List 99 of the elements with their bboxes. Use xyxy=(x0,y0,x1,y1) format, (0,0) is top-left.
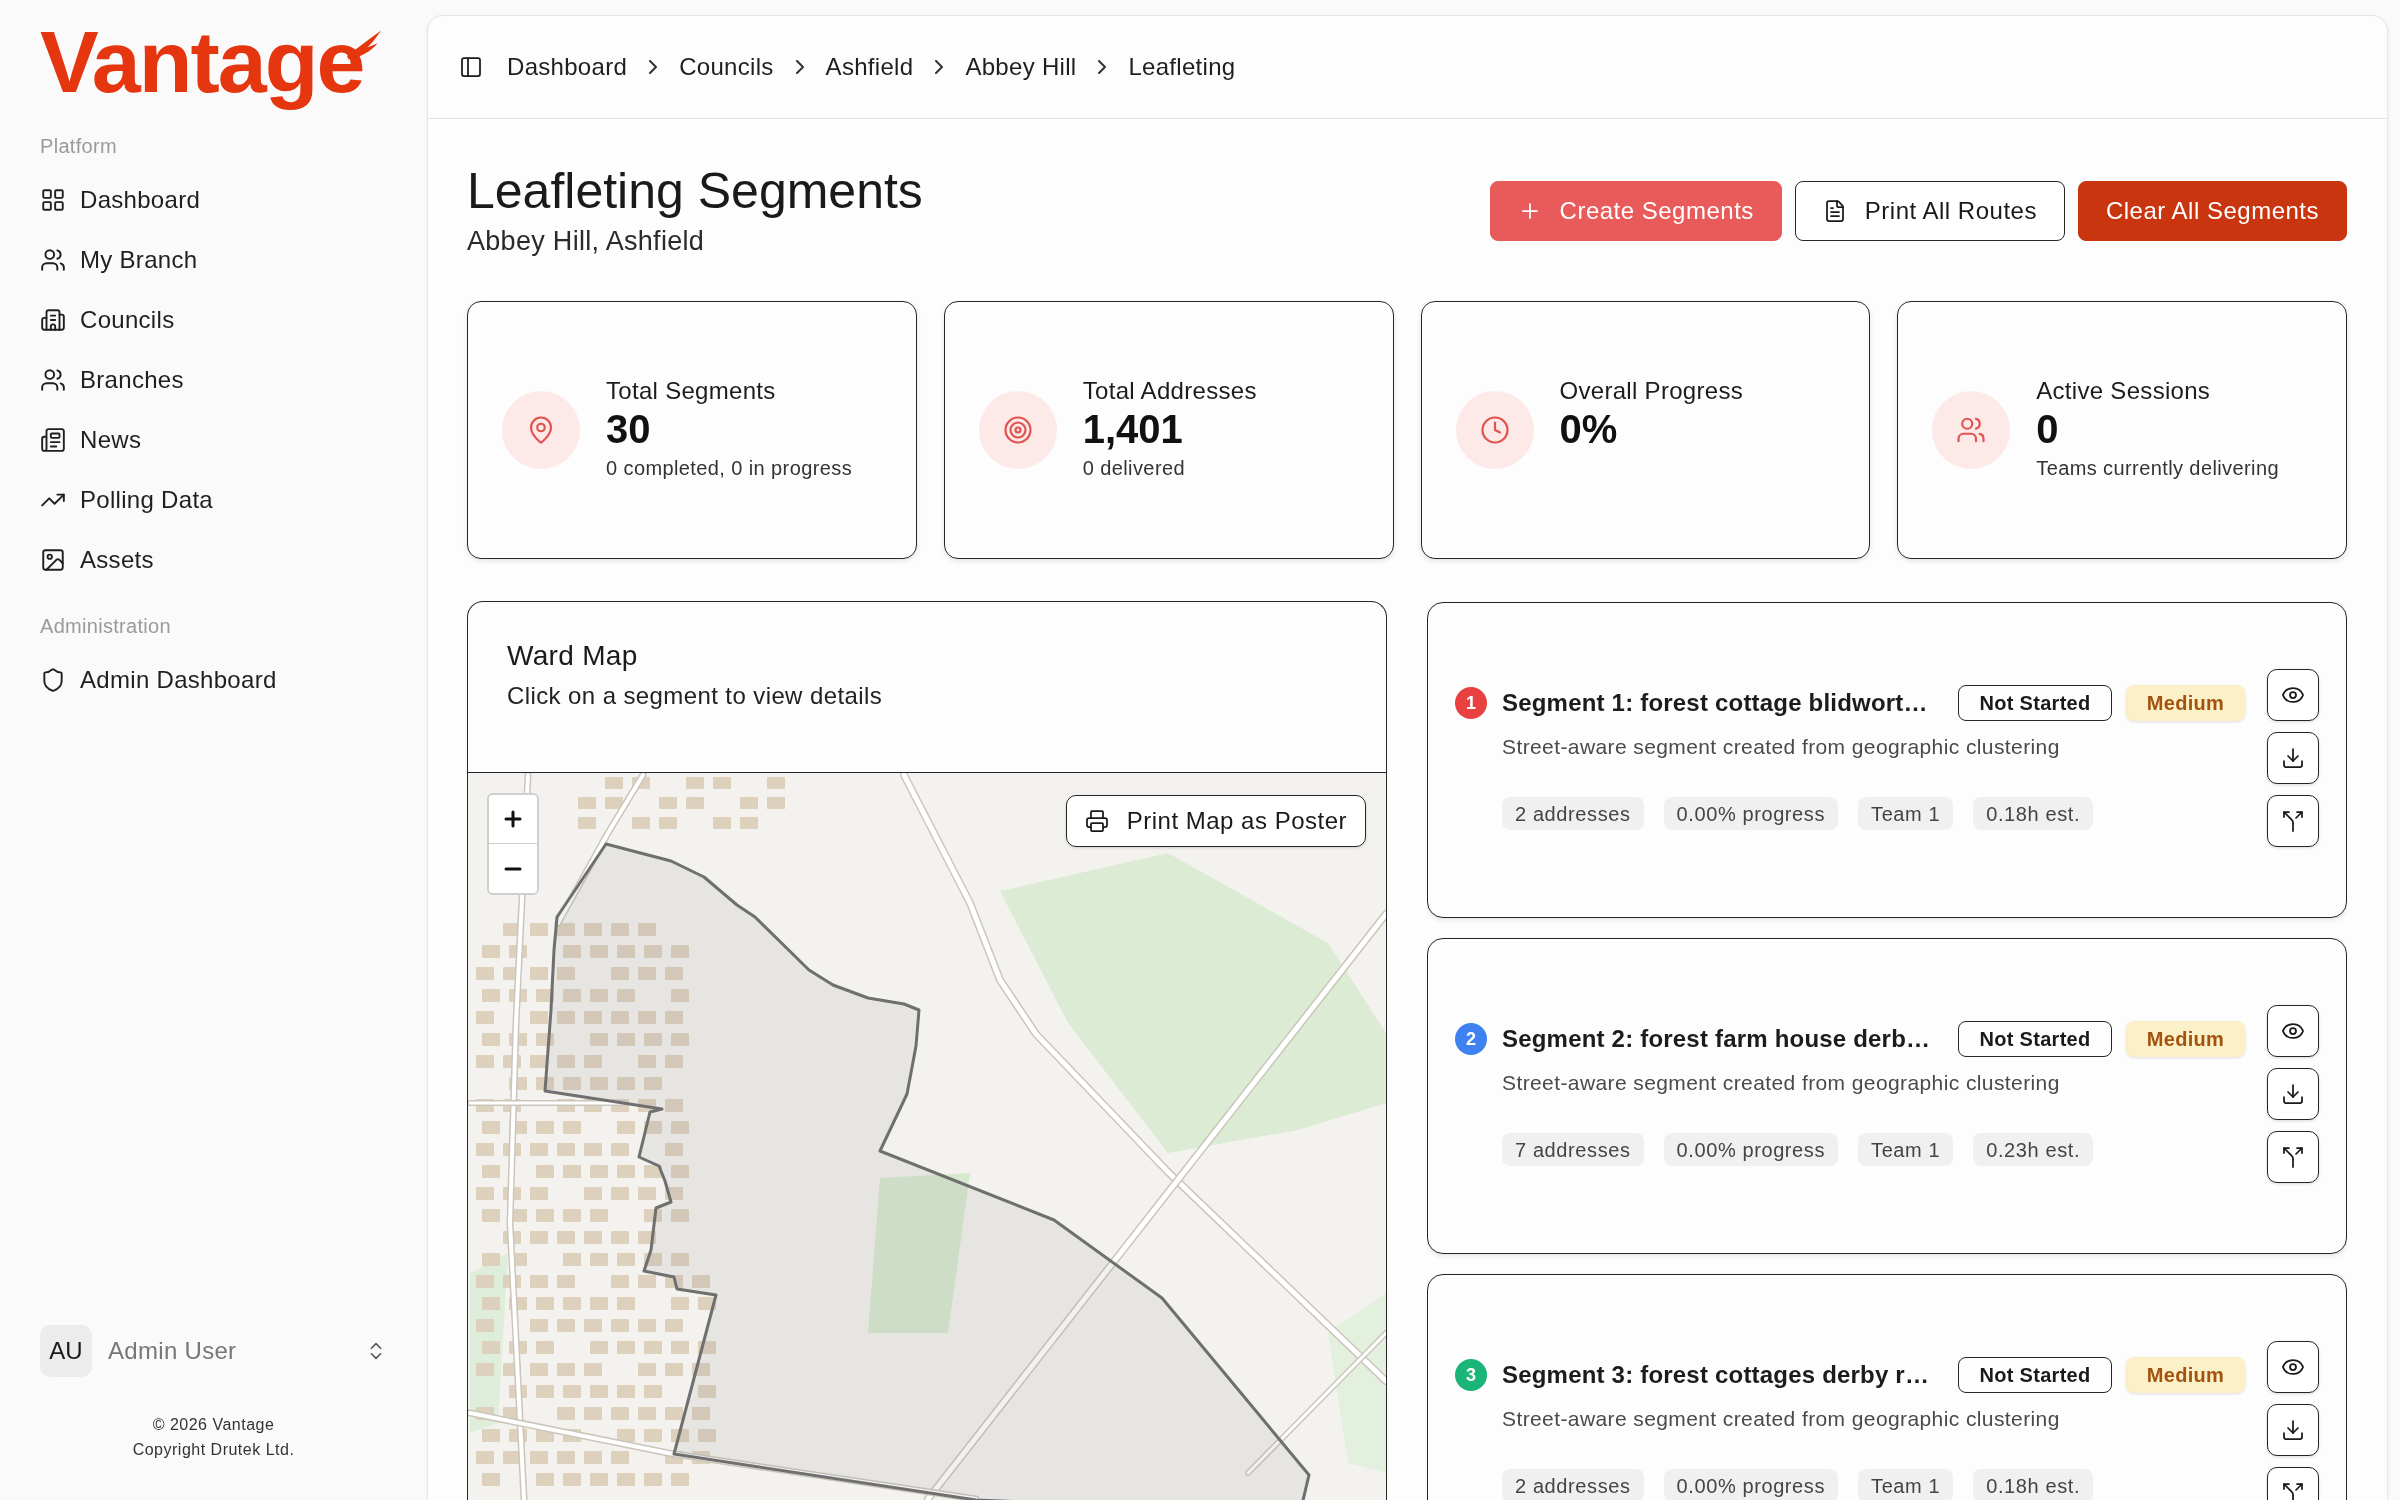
nav-item[interactable]: Polling Data xyxy=(28,470,399,530)
segment-stat-chip: 2 addresses xyxy=(1502,1469,1644,1500)
minus-icon xyxy=(504,866,522,871)
download-icon xyxy=(2281,1082,2305,1106)
user-name: Admin User xyxy=(108,1336,238,1366)
breadcrumb-current: Leafleting xyxy=(1128,52,1236,82)
stat-value: 1,401 xyxy=(1082,406,1184,452)
breadcrumb-link[interactable]: Dashboard xyxy=(507,49,628,85)
priority-badge: Medium xyxy=(2126,1357,2245,1393)
print-poster-button[interactable]: Print Map as Poster xyxy=(1065,795,1366,847)
chevron-right-icon xyxy=(1098,60,1107,74)
view-button[interactable] xyxy=(2267,1005,2319,1057)
user-avatar: AU xyxy=(40,1325,92,1377)
segment-title: Segment 3: forest cottages derby r… xyxy=(1502,1360,1931,1390)
image-icon xyxy=(40,547,66,573)
nav-item[interactable]: My Branch xyxy=(28,230,399,290)
stat-label: Total Addresses xyxy=(1082,376,1257,406)
stat-label: Total Segments xyxy=(606,376,777,406)
users-icon xyxy=(40,367,66,393)
split-arrow-icon xyxy=(2281,1481,2305,1500)
stat-note: 0 completed, 0 in progress xyxy=(606,456,853,481)
breadcrumb-link[interactable]: Ashfield xyxy=(825,49,914,85)
stat-value: 30 xyxy=(606,406,652,452)
segment-stat-chip: 0.00% progress xyxy=(1663,797,1839,830)
sidebar-toggle-button[interactable] xyxy=(459,55,483,79)
users-icon xyxy=(40,247,66,273)
newspaper-icon xyxy=(40,427,66,453)
segment-stat-chip: Team 1 xyxy=(1858,1469,1954,1500)
nav-group-label: Administration xyxy=(39,614,172,639)
stat-label: Overall Progress xyxy=(1559,376,1744,406)
nav-item[interactable]: Dashboard xyxy=(28,170,399,230)
nav-group-label: Platform xyxy=(39,134,118,159)
status-badge: Not Started xyxy=(1958,685,2112,721)
download-icon xyxy=(2281,1418,2305,1442)
map-subtitle: Click on a segment to view details xyxy=(507,681,884,711)
page-title: Leafleting Segments xyxy=(467,162,923,221)
segment-stat-chip: 2 addresses xyxy=(1502,797,1644,830)
download-icon xyxy=(2281,746,2305,770)
priority-badge: Medium xyxy=(2126,685,2245,721)
segment-stat-chip: 0.00% progress xyxy=(1663,1133,1839,1166)
segment-number: 2 xyxy=(1455,1023,1487,1055)
grid-icon xyxy=(40,187,66,213)
stat-label: Active Sessions xyxy=(2036,376,2212,406)
split-arrow-icon xyxy=(2281,1145,2305,1169)
segment-stat-chip: 0.23h est. xyxy=(1973,1133,2094,1166)
stat-value: 0 xyxy=(2036,406,2060,452)
view-button[interactable] xyxy=(2267,669,2319,721)
route-button[interactable] xyxy=(2267,1131,2319,1183)
user-menu-button[interactable]: AU Admin User xyxy=(28,1325,399,1377)
segment-number: 1 xyxy=(1455,687,1487,719)
segment-description: Street-aware segment created from geographic clustering xyxy=(1502,734,2061,760)
route-button[interactable] xyxy=(2267,795,2319,847)
split-arrow-icon xyxy=(2281,809,2305,833)
footer-text: Copyright Drutek Ltd. xyxy=(132,1440,295,1460)
printer-icon xyxy=(1084,809,1109,833)
segment-number: 3 xyxy=(1455,1359,1487,1391)
segment-card[interactable]: 2 Segment 2: forest farm house derb… Not Started Medium Street-aware segment created from geographic clustering 7 addresses 0.00% progress Team 1 0.23h est. xyxy=(1427,938,2347,1254)
shield-icon xyxy=(40,667,66,693)
nav-item[interactable]: News xyxy=(28,410,399,470)
map-title: Ward Map xyxy=(507,639,639,673)
segment-stat-chip: Team 1 xyxy=(1858,1133,1954,1166)
breadcrumb-link[interactable]: Abbey Hill xyxy=(965,49,1077,85)
segment-stat-chip: 0.00% progress xyxy=(1663,1469,1839,1500)
sidebar-panel-icon xyxy=(459,55,483,79)
page-subtitle: Abbey Hill, Ashfield xyxy=(467,225,706,258)
clear-segments-button[interactable]: Clear All Segments xyxy=(2077,181,2347,241)
stat-note: Teams currently delivering xyxy=(2036,456,2279,481)
building-icon xyxy=(40,307,66,333)
stat-value: 0% xyxy=(1559,406,1619,452)
segment-card[interactable]: 3 Segment 3: forest cottages derby r… Not Started Medium Street-aware segment created from geographic clustering 2 addresses 0.00% progress Team 1 0.18h est. xyxy=(1427,1274,2347,1500)
nav-item[interactable]: Assets xyxy=(28,530,399,590)
breadcrumb-link[interactable]: Councils xyxy=(679,49,774,85)
segment-card[interactable]: 1 Segment 1: forest cottage blidwort… Not Started Medium Street-aware segment created from geographic clustering 2 addresses 0.00% progress Team 1 0.18h est. xyxy=(1427,602,2347,918)
status-badge: Not Started xyxy=(1958,1021,2112,1057)
print-routes-button[interactable]: Print All Routes xyxy=(1794,181,2065,241)
footer-text: © 2026 Vantage xyxy=(152,1415,275,1435)
priority-badge: Medium xyxy=(2126,1021,2245,1057)
brand-logo: Vantage xyxy=(40,16,364,108)
chevron-right-icon xyxy=(795,60,804,74)
nav-item[interactable]: Admin Dashboard xyxy=(28,650,399,710)
zoom-in-button[interactable] xyxy=(489,795,537,844)
segment-stat-chip: 0.18h est. xyxy=(1973,797,2094,830)
download-button[interactable] xyxy=(2267,1068,2319,1120)
segment-description: Street-aware segment created from geographic clustering xyxy=(1502,1070,2061,1096)
segment-title: Segment 2: forest farm house derb… xyxy=(1502,1024,1932,1054)
segment-stat-chip: 7 addresses xyxy=(1502,1133,1644,1166)
download-button[interactable] xyxy=(2267,1404,2319,1456)
status-badge: Not Started xyxy=(1958,1357,2112,1393)
segment-stat-chip: Team 1 xyxy=(1858,797,1954,830)
stat-note: 0 delivered xyxy=(1082,456,1186,481)
nav-item[interactable]: Councils xyxy=(28,290,399,350)
segment-description: Street-aware segment created from geographic clustering xyxy=(1502,1406,2061,1432)
chevron-right-icon xyxy=(935,60,944,74)
download-button[interactable] xyxy=(2267,732,2319,784)
segment-title: Segment 1: forest cottage blidwort… xyxy=(1502,688,1929,718)
nav-item[interactable]: Branches xyxy=(28,350,399,410)
chevron-right-icon xyxy=(649,60,658,74)
view-button[interactable] xyxy=(2267,1341,2319,1393)
segment-stat-chip: 0.18h est. xyxy=(1973,1469,2094,1500)
